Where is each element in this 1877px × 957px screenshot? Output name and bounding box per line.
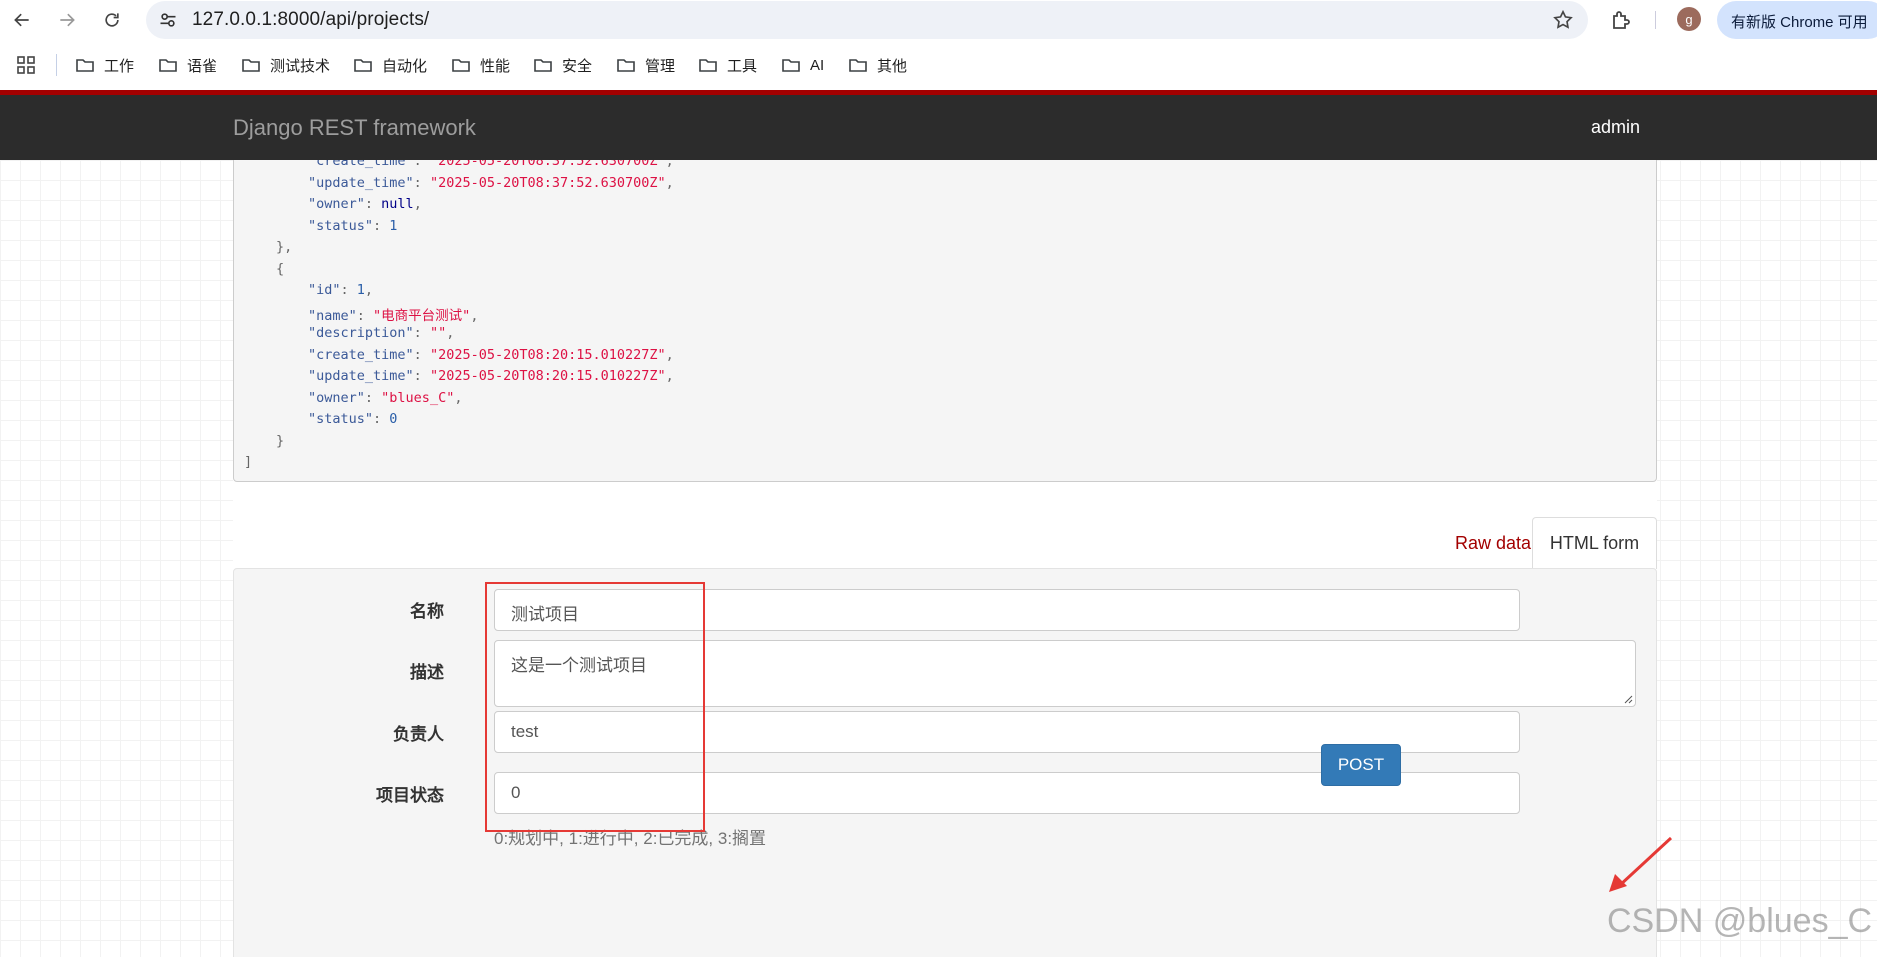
folder-icon	[159, 59, 177, 72]
user-menu[interactable]: admin	[1591, 117, 1640, 138]
bookmark-folder[interactable]: 管理	[616, 53, 675, 77]
folder-icon	[849, 59, 867, 72]
json-line: "update_time": "2025-05-20T08:20:15.0102…	[308, 368, 674, 384]
extensions-puzzle-icon[interactable]	[1609, 8, 1633, 32]
bookmark-label: 管理	[645, 57, 676, 75]
toolbar-divider	[1655, 11, 1656, 29]
back-arrow-icon[interactable]	[10, 8, 34, 32]
brand-link[interactable]: Django REST framework	[233, 115, 476, 141]
json-line: {	[276, 260, 285, 277]
bookmark-folder[interactable]: 其他	[848, 53, 907, 77]
reload-icon[interactable]	[100, 8, 124, 32]
folder-icon	[242, 59, 260, 72]
json-line: "description": "",	[308, 325, 455, 341]
bookmark-folder[interactable]: 安全	[533, 53, 592, 77]
site-info-icon[interactable]	[158, 10, 178, 30]
json-line: "name": "电商平台测试",	[308, 307, 479, 324]
bookmark-label: 测试技术	[270, 57, 331, 75]
bookmark-label: 语雀	[187, 57, 218, 75]
owner-label: 负责人	[393, 725, 444, 744]
json-line: "status": 0	[308, 411, 398, 427]
annotation-highlight-box	[485, 582, 705, 832]
json-line: },	[276, 239, 293, 255]
url-text[interactable]: 127.0.0.1:8000/api/projects/	[192, 9, 429, 31]
folder-icon	[782, 59, 800, 72]
folder-icon	[76, 59, 94, 72]
folder-icon	[534, 59, 552, 72]
json-line: "owner": null,	[308, 196, 422, 212]
profile-avatar[interactable]: g	[1677, 7, 1701, 31]
bookmark-label: 性能	[480, 57, 511, 75]
response-json-box: "create_time": "2025-05-20T08:37:52.6307…	[233, 160, 1657, 482]
bookmark-folder[interactable]: 工作	[75, 53, 134, 77]
status-label: 项目状态	[376, 786, 444, 805]
bookmark-folder[interactable]: 自动化	[353, 53, 427, 77]
html-form: 名称 测试项目 描述 这是一个测试项目 负责人 test 项目状态 0 0:规划…	[233, 568, 1657, 957]
forward-arrow-icon[interactable]	[55, 8, 79, 32]
folder-icon	[617, 59, 635, 72]
apps-grid-icon[interactable]	[16, 55, 36, 75]
post-button[interactable]: POST	[1321, 744, 1401, 786]
annotation-arrow-icon	[1609, 836, 1673, 892]
bookmarks-bar: 工作 语雀 测试技术 自动化 性能 安全 管理 工具 AI 其他	[0, 40, 1877, 90]
page-body: "create_time": "2025-05-20T08:37:52.6307…	[0, 160, 1877, 957]
bookmark-folder[interactable]: 测试技术	[241, 53, 330, 77]
json-line: "status": 1	[308, 217, 398, 234]
watermark-text: CSDN @blues_C	[1607, 902, 1873, 940]
folder-icon	[699, 59, 717, 72]
folder-icon	[452, 59, 470, 72]
bookmark-label: 安全	[562, 57, 593, 75]
bookmark-folder[interactable]: 性能	[451, 53, 510, 77]
json-line: ]	[244, 454, 253, 470]
json-line: "create_time": "2025-05-20T08:37:52.6307…	[308, 160, 674, 169]
bookmark-label: 自动化	[382, 57, 428, 75]
name-label: 名称	[410, 602, 444, 621]
folder-icon	[354, 59, 372, 72]
bookmark-label: 工具	[727, 57, 758, 75]
bookmark-label: 工作	[104, 57, 135, 75]
json-line: "update_time": "2025-05-20T08:37:52.6307…	[308, 174, 674, 191]
content-container: "create_time": "2025-05-20T08:37:52.6307…	[233, 160, 1657, 957]
json-line: "id": 1,	[308, 282, 374, 298]
browser-toolbar: 127.0.0.1:8000/api/projects/ g 有新版 Chrom…	[0, 0, 1877, 40]
bookmarks-divider	[56, 54, 57, 76]
tab-html-form[interactable]: HTML form	[1532, 517, 1657, 569]
bookmark-folder[interactable]: 语雀	[158, 53, 217, 77]
json-line: }	[276, 432, 285, 449]
bookmark-label: AI	[810, 56, 825, 74]
json-line: "owner": "blues_C",	[308, 389, 463, 406]
description-label: 描述	[410, 663, 444, 682]
json-line: "create_time": "2025-05-20T08:20:15.0102…	[308, 346, 674, 363]
resize-handle-icon[interactable]	[1623, 694, 1633, 704]
bookmark-folder[interactable]: AI	[781, 53, 824, 77]
address-bar[interactable]: 127.0.0.1:8000/api/projects/	[146, 1, 1588, 39]
drf-navbar: Django REST framework admin	[0, 95, 1877, 160]
bookmark-folder[interactable]: 工具	[698, 53, 757, 77]
bookmark-star-icon[interactable]	[1552, 9, 1574, 31]
chrome-update-button[interactable]: 有新版 Chrome 可用	[1717, 1, 1877, 39]
bookmark-label: 其他	[877, 57, 908, 75]
